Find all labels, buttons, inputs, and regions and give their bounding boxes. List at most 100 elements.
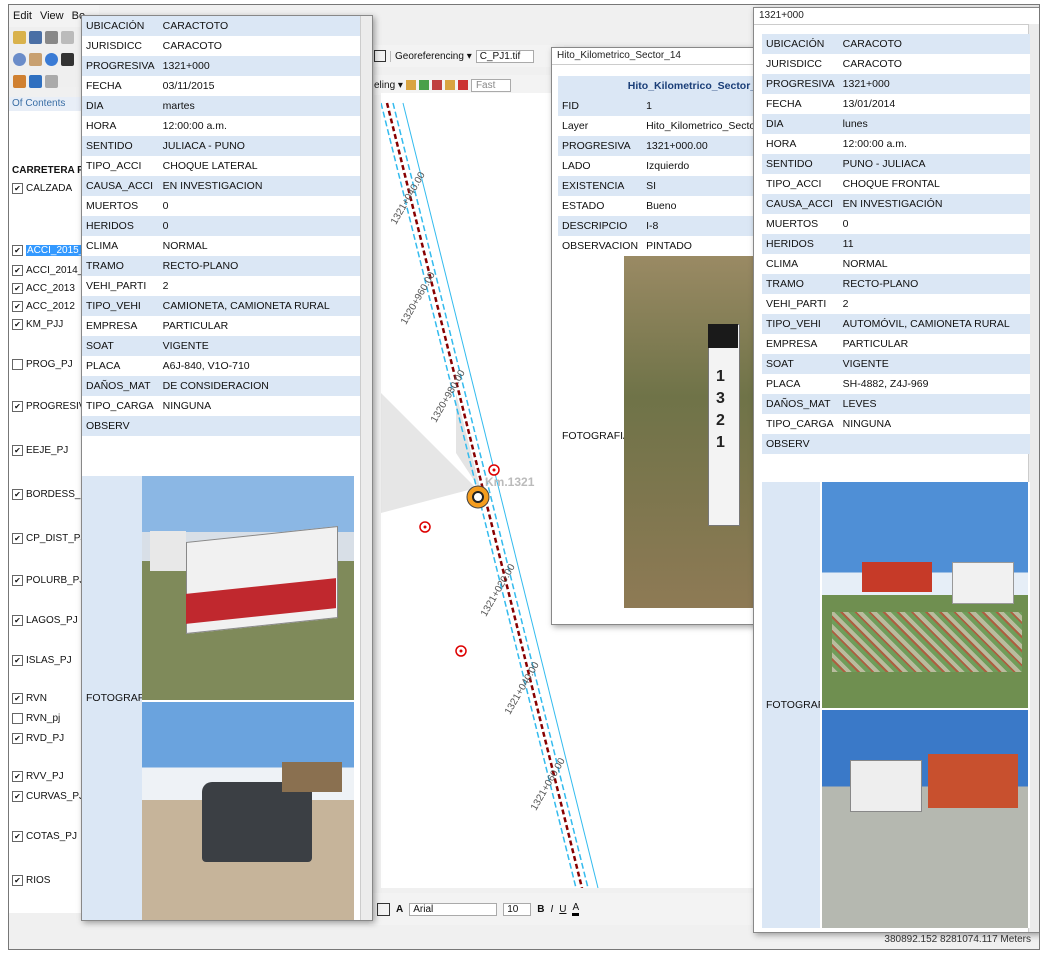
accident-photo-car <box>142 702 354 920</box>
label-manager-icon[interactable] <box>405 80 416 90</box>
label-priority-icon[interactable] <box>418 80 429 90</box>
italic-button[interactable]: I <box>550 904 553 915</box>
toc-layer-item[interactable]: ✔ RVD_PJ <box>12 733 64 744</box>
georef-menu[interactable]: Georeferencing ▾ <box>390 50 472 62</box>
field-name: TIPO_VEHI <box>762 314 839 334</box>
font-color-button[interactable]: A <box>572 902 580 916</box>
field-name: EMPRESA <box>762 334 839 354</box>
toc-layer-item[interactable]: RVN_pj <box>12 713 60 724</box>
layer-visibility-checkbox[interactable]: ✔ <box>12 791 23 802</box>
bold-button[interactable]: B <box>537 904 544 915</box>
menu-edit[interactable]: Edit <box>13 10 32 22</box>
layer-visibility-checkbox[interactable] <box>12 359 23 370</box>
attribute-row: TIPO_ACCI CHOQUE FRONTAL <box>762 174 1030 194</box>
cut-icon[interactable] <box>61 31 74 44</box>
layer-visibility-checkbox[interactable]: ✔ <box>12 301 23 312</box>
attribute-row: PLACA A6J-840, V1O-710 <box>82 356 361 376</box>
field-value: 2 <box>158 276 361 296</box>
toc-layer-item[interactable]: ✔ COTAS_PJ <box>12 831 77 842</box>
zoom-in-icon[interactable] <box>13 53 26 66</box>
underline-button[interactable]: U <box>559 904 566 915</box>
list-by-drawing-order-icon[interactable] <box>13 75 26 88</box>
identify-popup-accident-2015: UBICACIÓN CARACTOTO JURISDICC CARACOTO PROGR… <box>81 15 373 921</box>
rectangle-icon[interactable] <box>377 902 390 916</box>
fixed-zoom-icon[interactable] <box>61 53 74 66</box>
layer-visibility-checkbox[interactable]: ✔ <box>12 655 23 666</box>
toc-layer-item[interactable]: ✔ ACC_2012 <box>12 301 75 312</box>
layer-visibility-checkbox[interactable]: ✔ <box>12 245 23 256</box>
layer-icon[interactable] <box>374 50 386 62</box>
toc-layer-item[interactable]: ✔ CURVAS_PJ <box>12 791 84 802</box>
attribute-row: DIA lunes <box>762 114 1030 134</box>
font-size-select[interactable]: 10 <box>503 902 532 916</box>
attribute-row: VEHI_PARTI 2 <box>762 294 1030 314</box>
toc-layer-label: POLURB_PJ <box>26 575 85 586</box>
fast-select[interactable]: Fast <box>470 78 511 92</box>
menu-view[interactable]: View <box>40 10 64 22</box>
popup-scrollbar[interactable] <box>360 16 372 920</box>
toc-layer-item[interactable]: ✔ RVV_PJ <box>12 771 64 782</box>
toc-layer-item[interactable]: ✔ EEJE_PJ <box>12 445 68 456</box>
layer-visibility-checkbox[interactable]: ✔ <box>12 733 23 744</box>
field-name: VEHI_PARTI <box>82 276 159 296</box>
text-icon[interactable]: A <box>396 904 403 915</box>
field-value: 03/11/2015 <box>158 76 361 96</box>
toc-layer-item[interactable]: ✔ CALZADA <box>12 183 72 194</box>
layer-visibility-checkbox[interactable]: ✔ <box>12 445 23 456</box>
save-icon[interactable] <box>29 31 42 44</box>
georeferencing-toolbar: Georeferencing ▾ C_PJ1.tif <box>374 45 564 67</box>
layer-visibility-checkbox[interactable]: ✔ <box>12 283 23 294</box>
toc-layer-item[interactable]: ✔ ACCI_2015_P <box>12 245 92 256</box>
options-icon[interactable] <box>45 75 58 88</box>
layer-visibility-checkbox[interactable]: ✔ <box>12 575 23 586</box>
attribute-row: TRAMO RECTO-PLANO <box>82 256 361 276</box>
popup-title: 1321+000 <box>754 8 1039 25</box>
attribute-table: UBICACIÓN CARACOTO JURISDICC CARACOTO PROGRE… <box>762 34 1030 454</box>
toc-layer-item[interactable]: ✔ LAGOS_PJ <box>12 615 78 626</box>
labeling-menu[interactable]: eling ▾ <box>374 80 403 91</box>
field-value: Izquierdo <box>642 156 766 176</box>
layer-visibility-checkbox[interactable]: ✔ <box>12 265 23 276</box>
layer-visibility-checkbox[interactable]: ✔ <box>12 771 23 782</box>
layer-visibility-checkbox[interactable]: ✔ <box>12 319 23 330</box>
field-name: DESCRIPCIO <box>558 216 643 236</box>
attribute-row: FECHA 03/11/2015 <box>82 76 361 96</box>
label-weights-icon[interactable] <box>431 80 442 90</box>
print-icon[interactable] <box>45 31 58 44</box>
layer-visibility-checkbox[interactable]: ✔ <box>12 875 23 886</box>
toc-layer-item[interactable]: ✔ RVN <box>12 693 47 704</box>
toc-layer-item[interactable]: ✔ CP_DIST_PJ <box>12 533 85 544</box>
toc-layer-item[interactable]: ✔ KM_PJJ <box>12 319 63 330</box>
georef-layer-select[interactable]: C_PJ1.tif <box>475 49 534 63</box>
attribute-row: JURISDICC CARACOTO <box>82 36 361 56</box>
field-value: I-8 <box>642 216 766 236</box>
toc-layer-item[interactable]: ✔ ACC_2013 <box>12 283 75 294</box>
toc-layer-label: RVD_PJ <box>26 733 65 744</box>
field-name: OBSERV <box>762 434 839 454</box>
layer-visibility-checkbox[interactable]: ✔ <box>12 533 23 544</box>
toc-layer-item[interactable]: PROG_PJ <box>12 359 73 370</box>
lock-labels-icon[interactable] <box>444 80 455 90</box>
full-extent-icon[interactable] <box>45 53 58 66</box>
layer-visibility-checkbox[interactable]: ✔ <box>12 183 23 194</box>
toc-layer-item[interactable]: ✔ RIOS <box>12 875 50 886</box>
new-icon[interactable] <box>13 31 26 44</box>
field-name: CAUSA_ACCI <box>82 176 159 196</box>
toc-layer-item[interactable]: ✔ POLURB_PJ <box>12 575 84 586</box>
list-by-source-icon[interactable] <box>29 75 42 88</box>
layer-visibility-checkbox[interactable] <box>12 713 23 724</box>
layer-visibility-checkbox[interactable]: ✔ <box>12 831 23 842</box>
pan-icon[interactable] <box>29 53 42 66</box>
toc-layer-item[interactable]: ✔ ISLAS_PJ <box>12 655 72 666</box>
layer-visibility-checkbox[interactable]: ✔ <box>12 693 23 704</box>
toc-layer-item[interactable]: ✔ PROGRESIVA <box>12 401 91 412</box>
layer-visibility-checkbox[interactable]: ✔ <box>12 401 23 412</box>
layer-visibility-checkbox[interactable]: ✔ <box>12 615 23 626</box>
field-value <box>838 434 1030 454</box>
view-unplaced-icon[interactable] <box>457 80 468 90</box>
field-name: PROGRESIVA <box>762 74 839 94</box>
font-select[interactable]: Arial <box>409 902 498 916</box>
toc-header: Of Contents <box>9 97 84 111</box>
layer-visibility-checkbox[interactable]: ✔ <box>12 489 23 500</box>
field-name: DIA <box>762 114 839 134</box>
